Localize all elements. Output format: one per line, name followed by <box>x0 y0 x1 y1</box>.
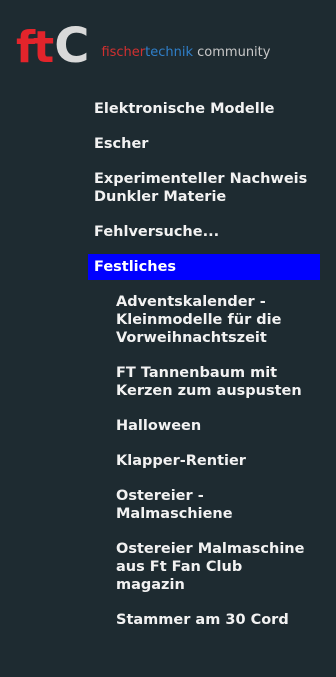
logo-letter-f: f <box>16 22 35 73</box>
tagline-community: community <box>193 45 271 60</box>
subnav-container: Adventskalender - Kleinmodelle für die V… <box>88 289 320 633</box>
festliches-subnav: Adventskalender - Kleinmodelle für die V… <box>88 289 320 633</box>
tagline-technik: technik <box>145 45 194 60</box>
nav-item-experimenteller-nachweis[interactable]: Experimenteller Nachweis Dunkler Materie <box>88 166 320 210</box>
subnav-item-halloween[interactable]: Halloween <box>88 413 320 439</box>
subnav-item-klapper-rentier[interactable]: Klapper-Rentier <box>88 448 320 474</box>
nav-item-elektronische-modelle[interactable]: Elektronische Modelle <box>88 96 320 122</box>
logo-mark: f t C <box>16 22 89 70</box>
subnav-item-ostereier-fan-club[interactable]: Ostereier Malmaschine aus Ft Fan Club ma… <box>88 536 320 598</box>
subnav-item-ostereier-malmaschiene[interactable]: Ostereier - Malmaschiene <box>88 483 320 527</box>
category-nav: Elektronische Modelle Escher Experimente… <box>88 96 320 642</box>
logo-tagline: fischertechnik community <box>101 45 270 60</box>
subnav-item-ft-tannenbaum[interactable]: FT Tannenbaum mit Kerzen zum auspusten <box>88 360 320 404</box>
nav-item-festliches[interactable]: Festliches <box>88 254 320 280</box>
subnav-item-adventskalender[interactable]: Adventskalender - Kleinmodelle für die V… <box>88 289 320 351</box>
sidebar: f t C fischertechnik community Elektroni… <box>0 0 336 677</box>
logo-letter-t: t <box>33 22 54 73</box>
subnav-item-stammer[interactable]: Stammer am 30 Cord <box>88 607 320 633</box>
nav-item-escher[interactable]: Escher <box>88 131 320 157</box>
ftc-logo[interactable]: f t C fischertechnik community <box>16 20 270 70</box>
logo-letter-c: C <box>54 18 90 74</box>
nav-item-fehlversuche[interactable]: Fehlversuche... <box>88 219 320 245</box>
tagline-fischer: fischer <box>101 45 146 60</box>
